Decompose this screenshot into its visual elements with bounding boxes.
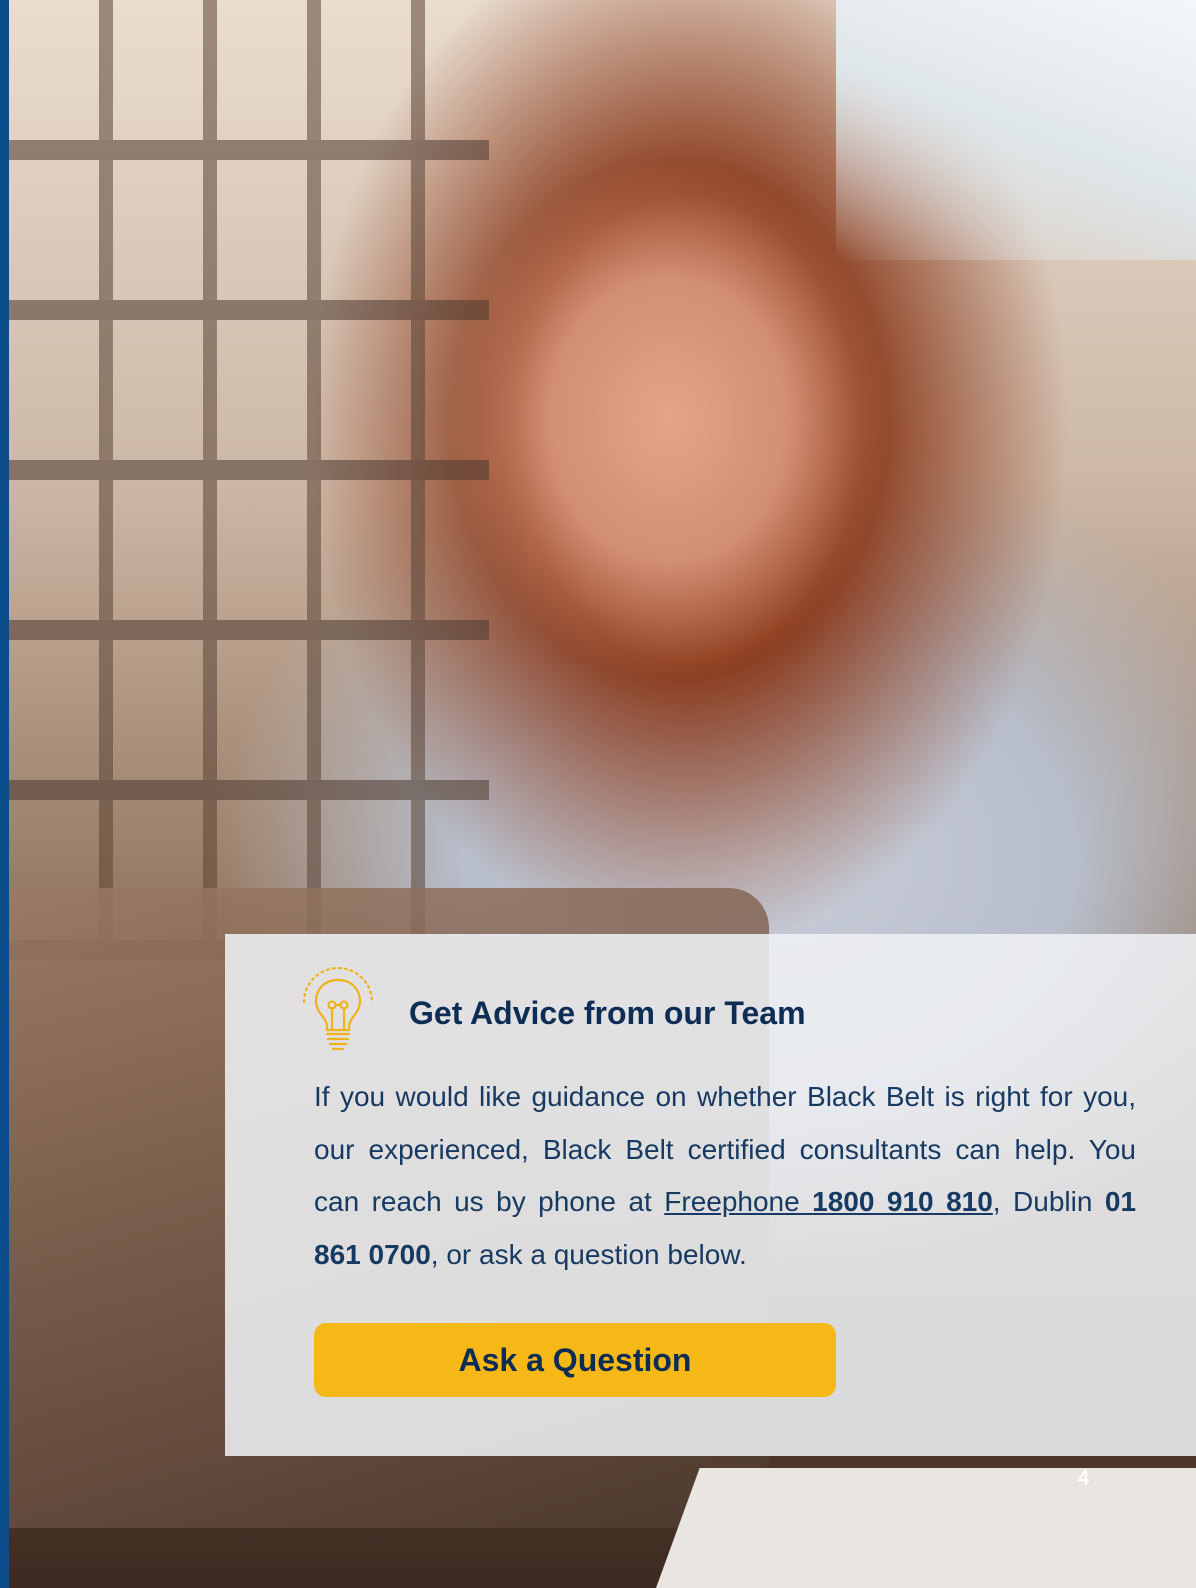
- freephone-label: Freephone: [664, 1186, 813, 1217]
- freephone-link[interactable]: Freephone 1800 910 810: [664, 1186, 993, 1217]
- page-edge-stripe: [0, 0, 9, 1588]
- page-number: 4: [1078, 1467, 1090, 1489]
- body-separator: , Dublin: [992, 1186, 1105, 1217]
- desk-paper: [656, 1468, 1196, 1588]
- card-title: Get Advice from our Team: [409, 995, 806, 1031]
- window: [836, 0, 1196, 260]
- ask-question-button[interactable]: Ask a Question: [314, 1323, 836, 1397]
- card-body: If you would like guidance on whether Bl…: [314, 1071, 1136, 1281]
- body-outro: , or ask a question below.: [430, 1238, 747, 1270]
- lightbulb-icon: [302, 966, 374, 1051]
- bookshelf: [9, 0, 489, 960]
- freephone-number: 1800 910 810: [812, 1186, 993, 1217]
